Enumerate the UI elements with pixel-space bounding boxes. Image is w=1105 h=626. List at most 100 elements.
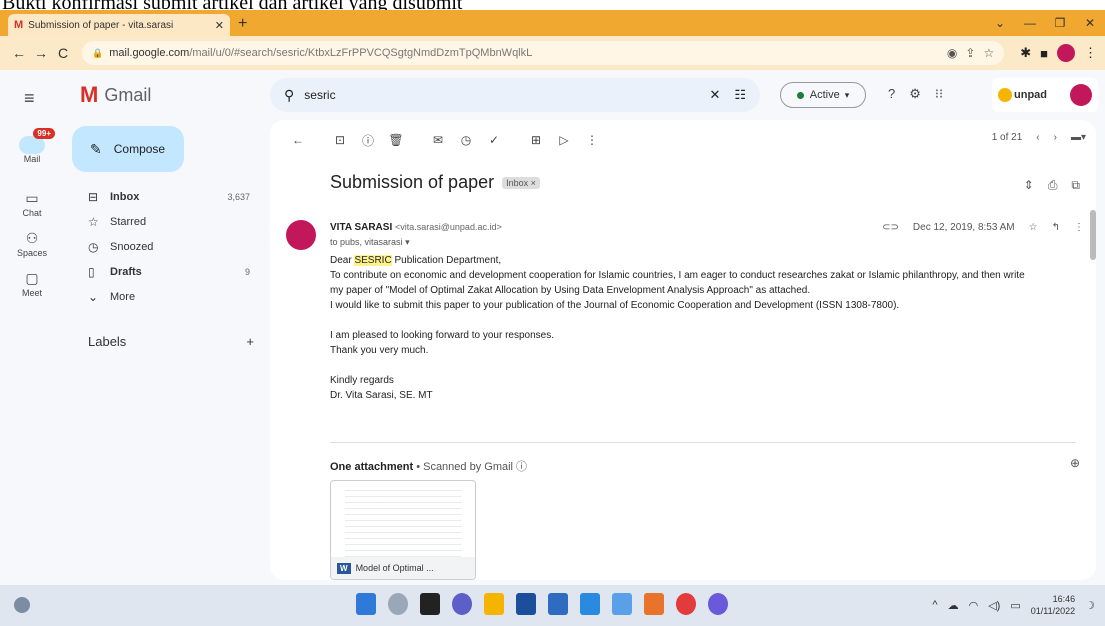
rail-meet[interactable]: ▢ Meet [0, 270, 64, 298]
search-bar[interactable]: ⚲ sesric ✕ ☷ [270, 78, 760, 112]
browser-tab[interactable]: M Submission of paper - vita.sarasi ✕ [8, 14, 230, 36]
mail-app-icon[interactable] [548, 593, 568, 615]
app-icon[interactable] [708, 593, 728, 615]
rail-mail[interactable]: 99+ Mail [0, 128, 64, 164]
move-to-icon[interactable]: ⊞ [524, 133, 548, 147]
more-actions-icon[interactable]: ⋮ [580, 133, 604, 147]
share-icon[interactable]: ⇪ [965, 46, 975, 60]
input-tools-icon[interactable]: ▬▾ [1071, 132, 1086, 143]
lock-icon[interactable]: 🔒 [92, 48, 103, 59]
sidebar-item-snoozed[interactable]: ◷ Snoozed [72, 234, 256, 259]
main-menu-icon[interactable]: ≡ [24, 88, 35, 109]
notification-icon[interactable]: ☽ [1085, 599, 1095, 612]
search-input[interactable]: sesric [304, 88, 709, 102]
body-line: I would like to submit this paper to you… [330, 300, 900, 311]
chat-app-icon[interactable] [452, 593, 472, 615]
sidebar-item-inbox[interactable]: ⊟ Inbox 3,637 [72, 184, 256, 209]
url-field[interactable]: 🔒 mail.google.com/mail/u/0/#search/sesri… [82, 41, 1005, 65]
recipients[interactable]: to pubs, vitasarasi ▾ [330, 237, 410, 248]
word-app-icon[interactable] [580, 593, 600, 615]
archive-icon[interactable]: ⊡ [328, 133, 352, 147]
back-icon[interactable]: ← [8, 45, 30, 61]
help-icon[interactable]: ? [888, 86, 895, 102]
clear-search-icon[interactable]: ✕ [709, 87, 720, 103]
reload-icon[interactable]: C [52, 45, 74, 61]
mark-unread-icon[interactable]: ✉ [426, 133, 450, 147]
network-app-icon[interactable] [612, 593, 632, 615]
add-task-icon[interactable]: ✓ [482, 133, 506, 147]
apps-grid-icon[interactable]: ⁝⁝ [935, 86, 943, 102]
close-window-icon[interactable]: ✕ [1075, 16, 1105, 30]
rail-meet-label: Meet [21, 288, 42, 298]
extensions-icon[interactable]: ✱ [1020, 45, 1031, 61]
sender-name[interactable]: VITA SARASI [330, 222, 392, 233]
attachment-clip-icon: ⊂⊃ [882, 222, 899, 233]
onedrive-icon[interactable]: ☁ [948, 599, 959, 612]
address-bar: ← → C 🔒 mail.google.com/mail/u/0/#search… [0, 36, 1105, 70]
print-icon[interactable]: ⎙ [1048, 178, 1058, 193]
attachment-name: Model of Optimal ... [355, 563, 434, 573]
close-tab-icon[interactable]: ✕ [215, 19, 224, 32]
email-more-icon[interactable]: ⋮ [1074, 222, 1084, 233]
open-new-window-icon[interactable]: ⧉ [1071, 178, 1080, 193]
battery-icon[interactable]: ▭ [1010, 599, 1020, 612]
star-email-icon[interactable]: ☆ [1029, 222, 1038, 233]
inbox-label-chip[interactable]: Inbox × [502, 176, 540, 189]
status-dropdown[interactable]: Active ▾ [780, 82, 866, 108]
snooze-icon[interactable]: ◷ [454, 133, 478, 147]
gmail-logo[interactable]: M Gmail [80, 82, 151, 108]
chrome-icon[interactable] [676, 593, 696, 615]
report-spam-icon[interactable]: ⓘ [356, 132, 380, 149]
sender-avatar[interactable] [286, 220, 316, 250]
email-date: Dec 12, 2019, 8:53 AM [912, 222, 1015, 233]
compose-button[interactable]: ✎ Compose [72, 126, 184, 172]
gear-icon[interactable]: ⚙ [909, 86, 921, 102]
taskbar-search-icon[interactable] [388, 593, 408, 615]
forward-icon[interactable]: → [30, 45, 52, 61]
account-switcher[interactable]: unpad [992, 78, 1098, 112]
collapse-all-icon[interactable]: ⇕ [1024, 178, 1034, 193]
volume-icon[interactable]: ◁) [988, 599, 1000, 612]
account-avatar[interactable] [1070, 84, 1092, 106]
minimize-icon[interactable]: — [1015, 16, 1045, 30]
folder-list: ⊟ Inbox 3,637 ☆ Starred ◷ Snoozed ▯ Draf… [72, 184, 256, 309]
office-app-icon[interactable] [644, 593, 664, 615]
rail-spaces[interactable]: ⚇ Spaces [0, 230, 64, 258]
rail-chat[interactable]: ▭ Chat [0, 190, 64, 218]
sidebar-item-starred[interactable]: ☆ Starred [72, 209, 256, 234]
file-explorer-icon[interactable] [484, 593, 504, 615]
wifi-icon[interactable]: ◠ [969, 599, 979, 612]
search-options-icon[interactable]: ☷ [734, 87, 746, 103]
start-icon[interactable] [356, 593, 376, 615]
sidebar-icon[interactable]: ■ [1040, 46, 1048, 61]
search-icon[interactable]: ⚲ [284, 87, 294, 104]
back-to-list-icon[interactable]: ← [286, 133, 310, 147]
bookmark-star-icon[interactable]: ☆ [983, 46, 994, 60]
profile-avatar[interactable] [1057, 44, 1075, 62]
reply-icon[interactable]: ↰ [1052, 222, 1060, 233]
body-line: I am pleased to looking forward to your … [330, 330, 555, 341]
add-label-icon[interactable]: + [246, 334, 254, 349]
maximize-icon[interactable]: ❐ [1045, 16, 1075, 30]
sidebar-item-drafts[interactable]: ▯ Drafts 9 [72, 259, 256, 284]
next-page-icon[interactable]: › [1054, 132, 1057, 143]
new-tab-icon[interactable]: + [238, 14, 247, 36]
task-view-icon[interactable] [420, 593, 440, 615]
tab-search-icon[interactable]: ⌄ [985, 16, 1015, 30]
clock[interactable]: 16:46 01/11/2022 [1031, 593, 1075, 617]
sidebar-item-more[interactable]: ⌄ More [72, 284, 256, 309]
chat-icon: ▭ [25, 190, 39, 206]
widgets-icon[interactable] [14, 597, 30, 613]
browser-menu-icon[interactable]: ⋮ [1084, 45, 1097, 61]
prev-page-icon[interactable]: ‹ [1036, 132, 1039, 143]
scrollbar[interactable] [1090, 210, 1096, 260]
add-to-drive-icon[interactable]: ⊕ [1070, 456, 1080, 470]
attachment-card[interactable]: W Model of Optimal ... [330, 480, 476, 580]
mail-icon: 99+ [19, 128, 55, 154]
store-icon[interactable] [516, 593, 536, 615]
trash-icon[interactable]: 🗑 [384, 133, 408, 147]
pencil-icon: ✎ [90, 140, 102, 157]
location-icon[interactable]: ◉ [947, 46, 957, 60]
label-icon[interactable]: ▷ [552, 133, 576, 147]
tray-chevron-icon[interactable]: ^ [932, 599, 937, 611]
